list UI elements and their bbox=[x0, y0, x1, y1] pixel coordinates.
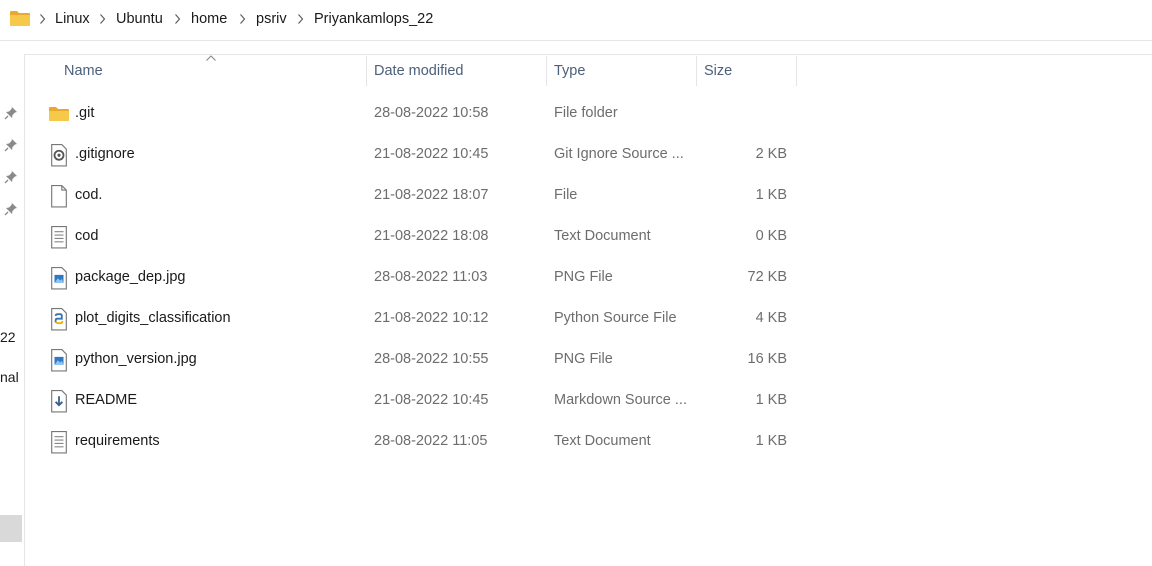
file-name: requirements bbox=[75, 433, 160, 449]
column-divider[interactable] bbox=[546, 56, 547, 86]
file-size: 2 KB bbox=[755, 146, 787, 162]
file-row[interactable]: python_version.jpg 28-08-2022 10:55 PNG Fi… bbox=[44, 339, 804, 379]
file-name: .git bbox=[75, 105, 95, 121]
file-type: Text Document bbox=[554, 228, 651, 244]
file-date-modified: 28-08-2022 11:05 bbox=[374, 433, 488, 449]
file-row[interactable]: cod. 21-08-2022 18:07 File 1 KB bbox=[44, 175, 804, 215]
breadcrumb-ubuntu[interactable]: Ubuntu bbox=[116, 10, 163, 28]
column-divider[interactable] bbox=[366, 56, 367, 86]
file-date-modified: 28-08-2022 10:58 bbox=[374, 105, 489, 121]
chevron-right-icon bbox=[240, 14, 246, 24]
file-size: 1 KB bbox=[755, 187, 787, 203]
nav-item-label[interactable]: 22 bbox=[0, 329, 16, 345]
folder-icon bbox=[10, 11, 30, 26]
navigation-pane[interactable]: 22 nal bbox=[0, 55, 25, 566]
column-header-size[interactable]: Size bbox=[704, 62, 732, 80]
chevron-right-icon bbox=[175, 14, 181, 24]
file-type: Markdown Source ... bbox=[554, 392, 687, 408]
divider bbox=[0, 40, 1152, 41]
file-size: 4 KB bbox=[755, 310, 787, 326]
file-type: PNG File bbox=[554, 269, 613, 285]
file-row[interactable]: README 21-08-2022 10:45 Markdown Source ..… bbox=[44, 380, 804, 420]
column-divider[interactable] bbox=[796, 56, 797, 86]
file-type: Git Ignore Source ... bbox=[554, 146, 684, 162]
file-name: README bbox=[75, 392, 138, 408]
breadcrumb-linux[interactable]: Linux bbox=[55, 10, 90, 28]
file-type: File bbox=[554, 187, 578, 203]
address-bar[interactable]: Linux Ubuntu home psriv Priyankamlops_22 bbox=[0, 0, 1152, 40]
file-name: cod bbox=[75, 228, 99, 244]
file-size: 72 KB bbox=[747, 269, 788, 285]
file-date-modified: 21-08-2022 10:45 bbox=[374, 392, 489, 408]
gitignore-file-icon bbox=[50, 144, 68, 167]
file-type: Text Document bbox=[554, 433, 651, 449]
file-name: package_dep.jpg bbox=[75, 269, 186, 285]
breadcrumb-psriv[interactable]: psriv bbox=[256, 10, 287, 28]
file-size: 1 KB bbox=[755, 433, 787, 449]
column-header-type[interactable]: Type bbox=[554, 62, 585, 80]
sort-ascending-icon bbox=[206, 55, 216, 61]
image-file-icon bbox=[50, 267, 68, 290]
file-type: Python Source File bbox=[554, 310, 677, 326]
blank-file-icon bbox=[50, 185, 68, 208]
breadcrumb-home[interactable]: home bbox=[191, 10, 227, 28]
file-date-modified: 28-08-2022 10:55 bbox=[374, 351, 489, 367]
file-name: python_version.jpg bbox=[75, 351, 197, 367]
chevron-right-icon bbox=[298, 14, 304, 24]
file-name: cod. bbox=[75, 187, 103, 203]
image-file-icon bbox=[50, 349, 68, 372]
file-type: File folder bbox=[554, 105, 618, 121]
file-row[interactable]: cod 21-08-2022 18:08 Text Document 0 KB bbox=[44, 216, 804, 256]
chevron-right-icon bbox=[40, 14, 46, 24]
text-document-icon bbox=[50, 431, 68, 454]
pin-icon[interactable] bbox=[4, 202, 18, 216]
file-row[interactable]: requirements 28-08-2022 11:05 Text Documen… bbox=[44, 421, 804, 461]
file-type: PNG File bbox=[554, 351, 613, 367]
pin-icon[interactable] bbox=[4, 170, 18, 184]
file-name: plot_digits_classification bbox=[75, 310, 231, 326]
pin-icon[interactable] bbox=[4, 106, 18, 120]
file-row[interactable]: .git 28-08-2022 10:58 File folder bbox=[44, 93, 804, 133]
text-document-icon bbox=[50, 226, 68, 249]
breadcrumb-current-folder[interactable]: Priyankamlops_22 bbox=[314, 10, 433, 28]
markdown-file-icon bbox=[50, 390, 68, 413]
file-date-modified: 21-08-2022 10:12 bbox=[374, 310, 489, 326]
file-date-modified: 21-08-2022 18:07 bbox=[374, 187, 489, 203]
pin-icon[interactable] bbox=[4, 138, 18, 152]
file-row[interactable]: .gitignore 21-08-2022 10:45 Git Ignore Sou… bbox=[44, 134, 804, 174]
file-size: 16 KB bbox=[747, 351, 788, 367]
column-header-name[interactable]: Name bbox=[64, 62, 103, 80]
file-date-modified: 21-08-2022 10:45 bbox=[374, 146, 489, 162]
nav-item-label[interactable]: nal bbox=[0, 369, 19, 385]
column-divider[interactable] bbox=[696, 56, 697, 86]
chevron-right-icon bbox=[100, 14, 106, 24]
file-row[interactable]: package_dep.jpg 28-08-2022 11:03 PNG File 7… bbox=[44, 257, 804, 297]
python-file-icon bbox=[50, 308, 68, 331]
file-size: 1 KB bbox=[755, 392, 787, 408]
file-date-modified: 21-08-2022 18:08 bbox=[374, 228, 489, 244]
divider bbox=[24, 54, 1152, 55]
column-header-date-modified[interactable]: Date modified bbox=[374, 62, 463, 80]
file-name: .gitignore bbox=[75, 146, 135, 162]
file-date-modified: 28-08-2022 11:03 bbox=[374, 269, 488, 285]
nav-selected-item[interactable] bbox=[0, 515, 22, 542]
folder-icon bbox=[49, 104, 69, 124]
file-size: 0 KB bbox=[755, 228, 787, 244]
file-row[interactable]: plot_digits_classification 21-08-2022 10:… bbox=[44, 298, 804, 338]
